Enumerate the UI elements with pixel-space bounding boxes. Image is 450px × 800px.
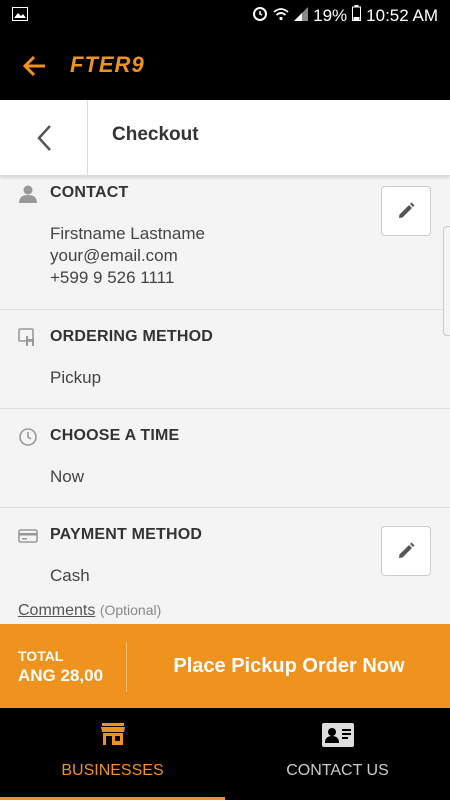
pencil-icon <box>399 202 415 218</box>
credit-card-icon <box>18 526 38 546</box>
place-order-button[interactable]: Place Pickup Order Now <box>128 624 450 708</box>
page-header: Checkout <box>0 100 450 176</box>
battery-text: 19% <box>313 5 348 25</box>
ordering-method-title: ORDERING METHOD <box>50 328 213 345</box>
contact-phone: +599 9 526 1111 <box>50 268 175 287</box>
total-amount: ANG 28,00 <box>18 666 104 685</box>
app-logo: FTER9 <box>70 52 145 77</box>
store-icon <box>100 722 126 751</box>
back-button[interactable] <box>0 100 88 176</box>
app-bar: FTER9 <box>0 32 450 100</box>
comments-link[interactable]: Comments <box>18 602 95 619</box>
signal-icon <box>294 6 309 26</box>
gallery-icon <box>12 7 28 26</box>
back-arrow-icon[interactable] <box>20 52 50 80</box>
battery-icon <box>352 5 362 26</box>
contact-section: CONTACT Firstname Lastname your@email.co… <box>0 176 450 310</box>
edit-contact-button[interactable] <box>381 186 431 236</box>
clock-time: 10:52 AM <box>366 5 438 25</box>
person-icon <box>18 184 38 204</box>
choose-time-title: CHOOSE A TIME <box>50 427 180 444</box>
ordering-method-section[interactable]: ORDERING METHOD Pickup <box>0 310 450 409</box>
payment-method-title: PAYMENT METHOD <box>50 526 203 543</box>
choose-time-section[interactable]: CHOOSE A TIME Now <box>0 409 450 508</box>
comments-row: Comments (Optional) <box>18 602 161 620</box>
edit-payment-button[interactable] <box>381 526 431 576</box>
wifi-icon <box>273 6 289 26</box>
nav-label-contact-us: CONTACT US <box>286 762 389 779</box>
touch-hand-icon <box>18 328 38 348</box>
order-bar: TOTAL ANG 28,00 Place Pickup Order Now <box>0 624 450 708</box>
contact-name: Firstname Lastname <box>50 224 205 243</box>
bottom-nav: BUSINESSES CONTACT US <box>0 708 450 800</box>
nav-item-businesses[interactable]: BUSINESSES <box>0 708 225 800</box>
total-label: TOTAL <box>18 648 64 664</box>
nav-label-businesses: BUSINESSES <box>61 762 164 779</box>
clock-icon <box>18 427 38 447</box>
divider <box>126 642 127 692</box>
order-total: TOTAL ANG 28,00 <box>18 648 103 686</box>
chevron-left-icon <box>36 125 51 151</box>
alarm-icon <box>252 5 268 26</box>
contact-title: CONTACT <box>50 184 129 201</box>
pencil-icon <box>399 542 415 558</box>
choose-time-value: Now <box>50 467 85 486</box>
contact-email: your@email.com <box>50 246 178 265</box>
contact-card-icon <box>321 722 355 753</box>
checkout-content: CONTACT Firstname Lastname your@email.co… <box>0 176 450 624</box>
nav-item-contact-us[interactable]: CONTACT US <box>225 708 450 800</box>
page-title: Checkout <box>112 124 199 145</box>
ordering-method-value: Pickup <box>50 368 102 387</box>
payment-method-value: Cash <box>50 566 90 585</box>
status-bar: 19% 10:52 AM <box>0 0 450 32</box>
comments-optional-label: (Optional) <box>99 602 162 618</box>
